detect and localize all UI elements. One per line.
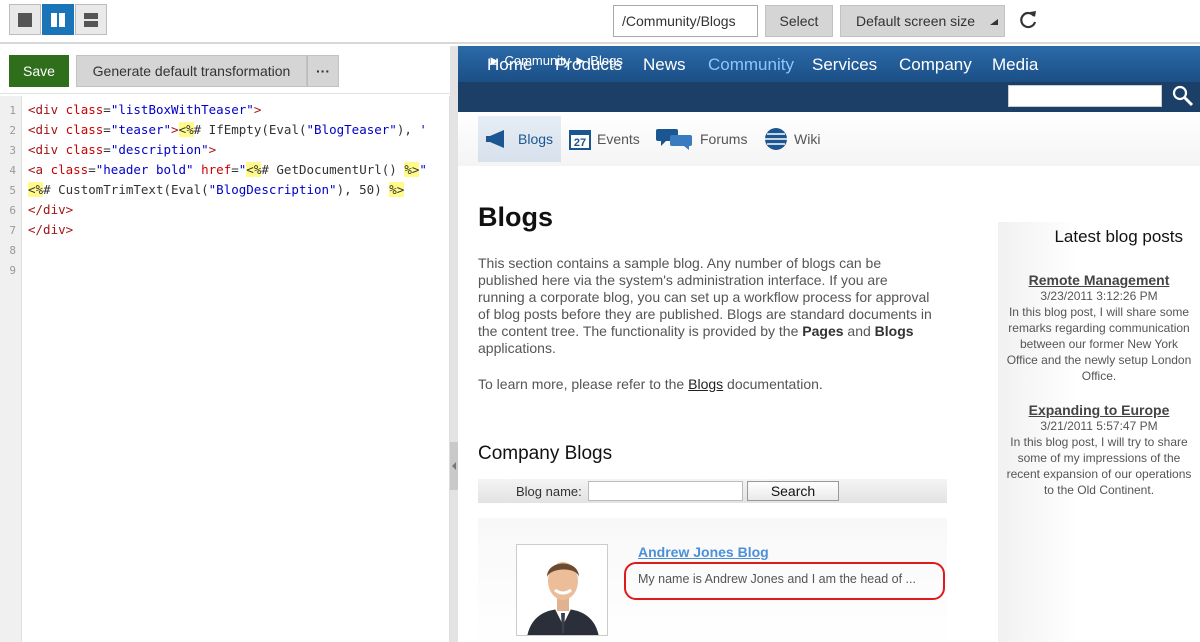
intro-pages: Pages [802,323,844,339]
search-icon[interactable] [1172,85,1194,107]
tab-wiki-label: Wiki [794,131,821,147]
line-number: 5 [9,184,16,197]
learn-more-text: To learn more, please refer to the Blogs… [478,376,823,392]
split-horizontal-icon [84,12,98,27]
tab-blogs[interactable]: Blogs [478,116,562,162]
calendar-day: 27 [574,137,586,149]
line-number: 7 [9,224,16,237]
blog-title-link[interactable]: Andrew Jones Blog [638,544,769,560]
generate-transformation-button[interactable]: Generate default transformation [76,55,307,87]
code-line-4: <a class="header bold" href="<%# GetDocu… [28,162,427,177]
line-number-gutter: 1 2 3 4 5 6 7 8 9 [0,96,22,642]
split-vertical-icon [51,12,65,27]
line-number: 2 [9,124,16,137]
line-number: 4 [9,164,16,177]
single-pane-icon [18,12,32,27]
learn-more-suffix: documentation. [727,376,823,392]
nav-item-community[interactable]: Community [708,55,794,75]
nav-item-services[interactable]: Services [812,55,877,75]
preview-pane: Home Products News Community Services Co… [458,46,1200,642]
post-excerpt: In this blog post, I will try to share s… [1006,435,1192,497]
code-line-7: </div> [28,222,74,237]
splitter-handle[interactable] [450,442,458,490]
post-date: 3/21/2011 5:57:47 PM [1040,419,1158,433]
tab-events[interactable]: 27 Events [561,116,648,162]
intro-text: This section contains a sample blog. Any… [478,255,938,357]
line-number: 8 [9,244,16,257]
dropdown-arrow-icon [990,19,998,25]
intro-end: applications. [478,340,556,356]
screen-size-label: Default screen size [856,13,976,29]
intro-blogs: Blogs [874,323,914,339]
save-button[interactable]: Save [9,55,69,87]
editor-button-row: Save Generate default transformation ··· [0,46,450,94]
collapse-arrow-icon [452,462,456,470]
blogs-doc-link[interactable]: Blogs [688,376,723,392]
blog-search-button[interactable]: Search [747,481,839,501]
learn-more-prefix: To learn more, please refer to the [478,376,685,392]
site-search-input[interactable] [1008,85,1162,107]
sidebar-post: Expanding to Europe 3/21/2011 5:57:47 PM… [1006,402,1192,498]
nav-item-news[interactable]: News [643,55,686,75]
code-line-5: <%# CustomTrimText(Eval("BlogDescription… [28,182,405,197]
tab-forums[interactable]: Forums [648,116,755,162]
path-input[interactable] [613,5,758,37]
blog-name-input[interactable] [588,481,743,501]
latest-posts-title: Latest blog posts [1054,227,1183,246]
tab-wiki[interactable]: Wiki [756,116,828,162]
sidebar-post: Remote Management 3/23/2011 3:12:26 PM I… [1006,272,1192,384]
split-horizontal-view-button[interactable] [75,4,107,35]
single-view-button[interactable] [9,4,41,35]
select-button[interactable]: Select [765,5,833,37]
code-editor[interactable]: 1 2 3 4 5 6 7 8 9 <div class="listBoxWit… [0,96,450,642]
tab-forums-label: Forums [700,131,748,147]
line-number: 3 [9,144,16,157]
intro-and: and [847,323,871,339]
line-number: 6 [9,204,16,217]
speech-bubbles-icon [656,129,692,150]
tab-events-label: Events [597,131,640,147]
nav-item-company[interactable]: Company [899,55,972,75]
split-vertical-view-button[interactable] [42,4,74,35]
highlight-annotation [624,562,945,600]
code-line-3: <div class="description"> [28,142,217,157]
nav-item-media[interactable]: Media [992,55,1038,75]
post-date: 3/23/2011 3:12:26 PM [1040,289,1158,303]
pane-splitter[interactable] [450,46,458,642]
post-excerpt: In this blog post, I will share some rem… [1006,305,1192,383]
page-title: Blogs [478,202,554,232]
author-portrait-icon [517,545,607,635]
company-blogs-heading: Company Blogs [478,443,613,464]
more-options-button[interactable]: ··· [307,55,339,87]
blog-name-label: Blog name: [516,484,582,499]
globe-icon [765,128,787,150]
line-number: 1 [9,104,16,117]
post-title-link[interactable]: Remote Management [1006,272,1192,288]
line-number: 9 [9,264,16,277]
code-line-6: </div> [28,202,74,217]
screen-size-dropdown[interactable]: Default screen size [840,5,1005,37]
transformation-editor-pane: Save Generate default transformation ···… [0,46,450,642]
breadcrumb[interactable]: ► Community ► Blogs [488,53,623,68]
refresh-icon[interactable] [1016,8,1040,32]
blog-author-avatar [516,544,608,636]
calendar-icon: 27 [569,130,591,150]
code-line-1: <div class="listBoxWithTeaser"> [28,102,262,117]
post-title-link[interactable]: Expanding to Europe [1006,402,1192,418]
tab-blogs-label: Blogs [518,131,554,147]
megaphone-icon [486,130,504,148]
code-line-2: <div class="teaser"><%# IfEmpty(Eval("Bl… [28,122,427,137]
top-toolbar: Select Default screen size [0,0,1200,44]
